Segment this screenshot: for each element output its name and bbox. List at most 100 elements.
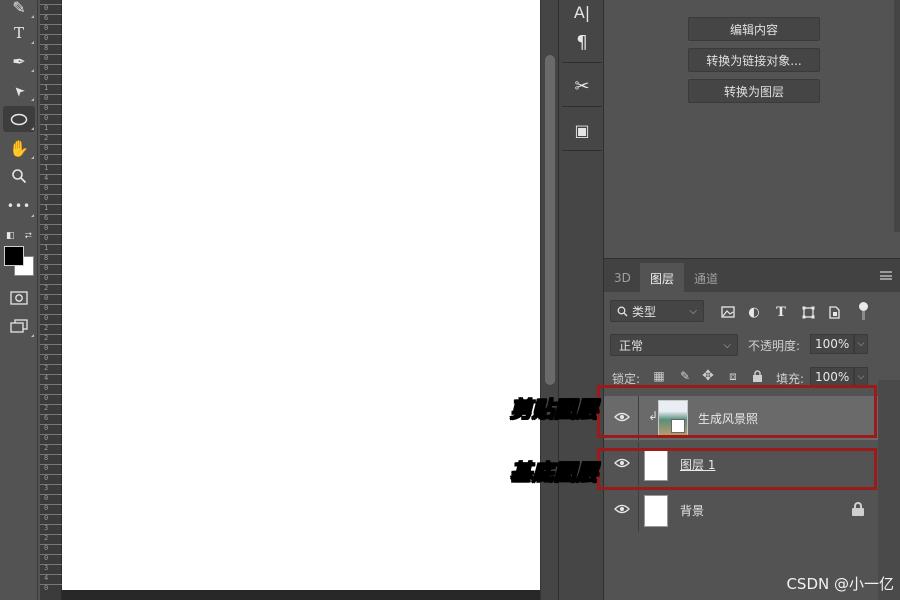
layers-scrollbar[interactable]	[878, 380, 900, 600]
panel-icon-column: A| ¶ ✂ ▣	[558, 0, 604, 600]
document-canvas[interactable]	[62, 0, 540, 590]
vertical-ruler: 0 6 0 0 8 0 0 0 1 0 0 0 1 2 0 0 1 4 0 0 1 6 0 0 1 8 0 0 2 0 0 0 2 2 0 0 2 4 0 0…	[40, 0, 62, 600]
more-tools-icon[interactable]: •••	[3, 193, 35, 219]
filter-type-select[interactable]: 类型 ⌵	[610, 300, 704, 322]
ruler-tick: 0	[40, 304, 62, 312]
canvas-area[interactable]	[62, 0, 540, 600]
blend-row: 正常 ⌵ 不透明度: 100% ⌵	[604, 332, 900, 358]
ruler-tick: 1	[40, 244, 62, 252]
tab-layers[interactable]: 图层	[640, 263, 685, 293]
quick-mask-icon[interactable]	[3, 285, 35, 311]
ruler-tick: 0	[40, 344, 62, 352]
layer-name[interactable]: 背景	[680, 502, 704, 519]
shape-filter-icon[interactable]	[800, 304, 816, 320]
filter-toggle-switch[interactable]	[858, 302, 868, 320]
ruler-tick: 2	[40, 444, 62, 452]
blend-mode-value: 正常	[619, 338, 644, 353]
ruler-tick: 6	[40, 214, 62, 222]
ruler-tick: 2	[40, 284, 62, 292]
ruler-tick: 0	[40, 114, 62, 122]
clip-layer-highlight	[597, 385, 877, 438]
ruler-tick: 0	[40, 314, 62, 322]
ruler-tick: 0	[40, 54, 62, 62]
ruler-tick: 0	[40, 514, 62, 522]
vertical-type-icon[interactable]: T	[3, 20, 35, 46]
lock-paint-icon[interactable]: ✎	[678, 369, 692, 383]
ruler-tick: 0	[40, 264, 62, 272]
fill-dropdown-icon[interactable]: ⌵	[854, 367, 868, 387]
ruler-tick: 1	[40, 124, 62, 132]
properties-scrollbar[interactable]	[894, 0, 900, 232]
chevron-down-icon: ⌵	[723, 339, 731, 351]
opacity-field[interactable]: 100%	[810, 334, 854, 354]
ruler-tick: 0	[40, 494, 62, 502]
zoom-icon[interactable]	[3, 163, 35, 189]
tools-toolbar: ✎ T ✒ ➤ ✋ ••• ◧ ⮂	[0, 0, 38, 600]
search-icon	[617, 306, 628, 316]
scrollbar-thumb[interactable]	[545, 55, 555, 385]
ruler-tick: 8	[40, 44, 62, 52]
ruler-tick: 1	[40, 204, 62, 212]
ruler-tick: 0	[40, 504, 62, 512]
layer-row-background[interactable]: 背景	[604, 488, 878, 532]
ruler-tick: 2	[40, 334, 62, 342]
hand-tool-icon[interactable]: ✋	[3, 135, 35, 161]
layers-tabs-bar: 3D 图层 通道	[604, 258, 900, 293]
clone-source-icon[interactable]: ▣	[562, 116, 602, 144]
blend-mode-select[interactable]: 正常 ⌵	[610, 334, 738, 356]
ruler-tick: 4	[40, 574, 62, 582]
ruler-tick: 1	[40, 84, 62, 92]
ruler-tick: 0	[40, 554, 62, 562]
character-icon[interactable]: A|	[562, 0, 602, 26]
lock-all-icon[interactable]	[750, 369, 764, 383]
ruler-tick: 2	[40, 134, 62, 142]
smart-object-filter-icon[interactable]	[826, 304, 842, 320]
pen-icon[interactable]: ✒	[3, 48, 35, 74]
ruler-tick: 4	[40, 174, 62, 182]
swap-colors-icon[interactable]: ⮂	[25, 231, 32, 241]
ruler-tick: 0	[40, 354, 62, 362]
ruler-tick: 3	[40, 524, 62, 532]
ruler-tick: 0	[40, 104, 62, 112]
clip-layer-label: 剪贴图层	[509, 398, 599, 424]
edit-contents-button[interactable]: 编辑内容	[688, 17, 820, 41]
lock-icon[interactable]	[852, 502, 864, 516]
screen-mode-icon[interactable]	[3, 313, 35, 339]
convert-to-layers-button[interactable]: 转换为图层	[688, 79, 820, 103]
tab-channels[interactable]: 通道	[684, 263, 728, 293]
ruler-tick: 6	[40, 414, 62, 422]
ruler-tick: 8	[40, 254, 62, 262]
filter-type-label: 类型	[632, 304, 657, 319]
lock-transparent-icon[interactable]: ▦	[652, 369, 666, 383]
ruler-tick: 0	[40, 24, 62, 32]
ruler-tick: 0	[40, 74, 62, 82]
lock-position-icon[interactable]: ✥	[701, 368, 715, 384]
convert-to-linked-button[interactable]: 转换为链接对象...	[688, 48, 820, 72]
eye-icon[interactable]	[614, 503, 630, 515]
ruler-tick: 0	[40, 384, 62, 392]
default-colors-icon[interactable]: ◧	[6, 231, 15, 241]
opacity-dropdown-icon[interactable]: ⌵	[854, 334, 868, 354]
type-filter-icon[interactable]: T	[773, 304, 789, 320]
canvas-vertical-scrollbar[interactable]	[540, 0, 558, 600]
path-selection-icon[interactable]: ➤	[3, 77, 35, 103]
healing-brush-icon[interactable]: ✎	[3, 0, 35, 20]
base-layer-highlight	[597, 448, 877, 490]
layer-thumbnail	[644, 495, 668, 527]
paragraph-icon[interactable]: ¶	[562, 28, 602, 56]
adjustment-filter-icon[interactable]: ◐	[746, 304, 762, 320]
ruler-tick: 2	[40, 364, 62, 372]
tab-3d[interactable]: 3D	[604, 263, 641, 293]
image-filter-icon[interactable]	[720, 304, 736, 320]
right-panel: 编辑内容 转换为链接对象... 转换为图层 3D 图层 通道 类型 ⌵ ◐ T …	[604, 0, 900, 600]
ruler-tick: 1	[40, 164, 62, 172]
ruler-tick: 0	[40, 434, 62, 442]
ellipse-tool-icon[interactable]	[3, 106, 35, 132]
foreground-color-swatch[interactable]	[4, 246, 24, 266]
tool-presets-icon[interactable]: ✂	[562, 72, 602, 100]
panel-menu-icon[interactable]	[880, 271, 892, 280]
lock-artboard-icon[interactable]: ⧈	[726, 369, 740, 383]
ruler-tick: 2	[40, 404, 62, 412]
ruler-tick: 0	[40, 274, 62, 282]
fill-field[interactable]: 100%	[810, 367, 854, 387]
